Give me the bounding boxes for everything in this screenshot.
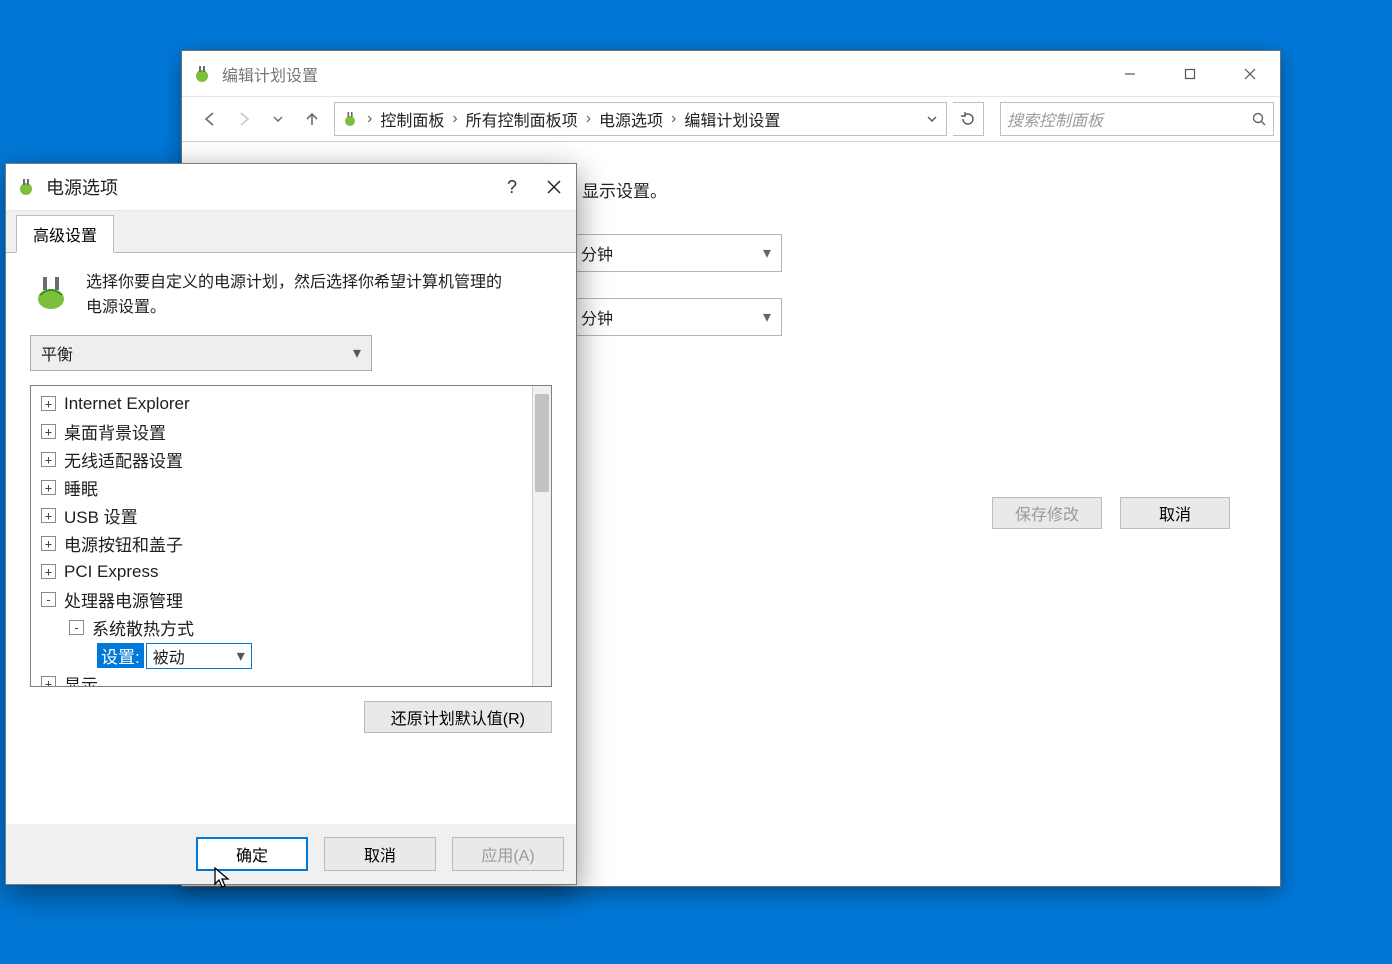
setting-label: 设置: xyxy=(97,643,144,668)
up-button[interactable] xyxy=(296,103,328,135)
tree-item[interactable]: + 桌面背景设置 xyxy=(35,418,532,446)
save-changes-button[interactable]: 保存修改 xyxy=(992,497,1102,529)
location-icon xyxy=(341,110,359,128)
tree-scrollbar[interactable] xyxy=(532,386,551,686)
breadcrumb-item[interactable]: 控制面板 xyxy=(372,107,452,131)
tree-item-processor-power-management[interactable]: - 处理器电源管理 xyxy=(35,586,532,614)
tree-item-label: 显示 xyxy=(64,671,98,686)
tree-item-label: 系统散热方式 xyxy=(92,615,194,640)
chevron-down-icon: ▾ xyxy=(353,343,371,363)
address-bar[interactable]: › 控制面板 › 所有控制面板项 › 电源选项 › 编辑计划设置 xyxy=(334,102,947,136)
tree-item[interactable]: + PCI Express xyxy=(35,558,532,586)
scrollbar-thumb[interactable] xyxy=(535,394,549,492)
breadcrumb-item[interactable]: 编辑计划设置 xyxy=(676,107,788,131)
power-options-icon xyxy=(16,177,36,197)
restore-row: 还原计划默认值(R) xyxy=(30,701,552,733)
tree-item[interactable]: + USB 设置 xyxy=(35,502,532,530)
dialog-title-bar: 电源选项 ? xyxy=(6,164,576,211)
tree-item[interactable]: + 显示 xyxy=(35,670,532,686)
dialog-body: 选择你要自定义的电源计划，然后选择你希望计算机管理的电源设置。 平衡 ▾ + I… xyxy=(6,253,576,824)
tree-item-system-cooling-policy[interactable]: - 系统散热方式 xyxy=(35,614,532,642)
close-button[interactable] xyxy=(532,164,576,210)
expand-icon[interactable]: + xyxy=(41,480,56,495)
cp-action-buttons: 保存修改 取消 xyxy=(992,497,1230,529)
cancel-button[interactable]: 取消 xyxy=(1120,497,1230,529)
recent-locations-button[interactable] xyxy=(262,103,294,135)
power-options-dialog: 电源选项 ? 高级设置 选择你要自定义的电源计划，然后选择你希望计算机管理的电源… xyxy=(5,163,577,885)
forward-button[interactable] xyxy=(228,103,260,135)
expand-icon[interactable]: + xyxy=(41,396,56,411)
help-button[interactable]: ? xyxy=(492,164,532,210)
search-icon xyxy=(1251,111,1267,127)
expand-icon[interactable]: + xyxy=(41,424,56,439)
tree-item-label: 处理器电源管理 xyxy=(64,587,183,612)
collapse-icon[interactable]: - xyxy=(69,620,84,635)
search-placeholder: 搜索控制面板 xyxy=(1007,107,1251,131)
settings-tree-container: + Internet Explorer + 桌面背景设置 + 无线适配器设置 +… xyxy=(30,385,552,687)
tree-setting-row: 设置: 被动 ▾ xyxy=(35,642,532,670)
tree-item[interactable]: + 睡眠 xyxy=(35,474,532,502)
cp-nav-bar: › 控制面板 › 所有控制面板项 › 电源选项 › 编辑计划设置 搜索控制面板 xyxy=(182,97,1280,142)
tree-item[interactable]: + 无线适配器设置 xyxy=(35,446,532,474)
cooling-policy-select[interactable]: 被动 ▾ xyxy=(146,643,252,669)
dialog-footer: 确定 取消 应用(A) xyxy=(6,824,576,884)
expand-icon[interactable]: + xyxy=(41,676,56,686)
maximize-button[interactable] xyxy=(1160,51,1220,96)
sleep-after-select[interactable]: 分钟 ▾ xyxy=(570,298,782,336)
settings-tree[interactable]: + Internet Explorer + 桌面背景设置 + 无线适配器设置 +… xyxy=(31,386,532,686)
dialog-title-text: 电源选项 xyxy=(46,174,492,200)
tree-item-label: USB 设置 xyxy=(64,503,138,528)
tree-item-label: PCI Express xyxy=(64,562,158,582)
select-value: 平衡 xyxy=(41,341,353,365)
breadcrumb-item[interactable]: 电源选项 xyxy=(591,107,671,131)
tree-item[interactable]: + 电源按钮和盖子 xyxy=(35,530,532,558)
battery-icon xyxy=(30,271,72,313)
search-input[interactable]: 搜索控制面板 xyxy=(1000,102,1274,136)
select-value: 分钟 xyxy=(581,305,763,329)
chevron-down-icon: ▾ xyxy=(237,646,245,666)
tree-item-label: 电源按钮和盖子 xyxy=(64,531,183,556)
select-value: 被动 xyxy=(153,644,237,668)
dialog-tabs: 高级设置 xyxy=(6,211,576,253)
collapse-icon[interactable]: - xyxy=(41,592,56,607)
tree-item-label: 桌面背景设置 xyxy=(64,419,166,444)
dialog-description: 选择你要自定义的电源计划，然后选择你希望计算机管理的电源设置。 xyxy=(30,271,552,321)
chevron-down-icon: ▾ xyxy=(763,243,781,263)
dialog-description-text: 选择你要自定义的电源计划，然后选择你希望计算机管理的电源设置。 xyxy=(86,271,506,321)
refresh-button[interactable] xyxy=(953,102,984,136)
chevron-down-icon: ▾ xyxy=(763,307,781,327)
expand-icon[interactable]: + xyxy=(41,508,56,523)
power-plan-select[interactable]: 平衡 ▾ xyxy=(30,335,372,371)
address-dropdown-icon[interactable] xyxy=(918,113,946,125)
expand-icon[interactable]: + xyxy=(41,452,56,467)
power-options-icon xyxy=(192,64,212,84)
cp-title-bar: 编辑计划设置 xyxy=(182,51,1280,97)
tree-item-label: 睡眠 xyxy=(64,475,98,500)
select-value: 分钟 xyxy=(581,241,763,265)
page-heading-visible-tail: 显示设置。 xyxy=(582,177,667,202)
ok-button[interactable]: 确定 xyxy=(196,837,308,871)
minimize-button[interactable] xyxy=(1100,51,1160,96)
cp-title-text: 编辑计划设置 xyxy=(222,62,1100,86)
turn-off-display-select[interactable]: 分钟 ▾ xyxy=(570,234,782,272)
apply-button[interactable]: 应用(A) xyxy=(452,837,564,871)
tree-item[interactable]: + Internet Explorer xyxy=(35,390,532,418)
restore-plan-defaults-button[interactable]: 还原计划默认值(R) xyxy=(364,701,552,733)
expand-icon[interactable]: + xyxy=(41,536,56,551)
cancel-button[interactable]: 取消 xyxy=(324,837,436,871)
back-button[interactable] xyxy=(194,103,226,135)
close-button[interactable] xyxy=(1220,51,1280,96)
tab-advanced-settings[interactable]: 高级设置 xyxy=(16,215,114,253)
tree-item-label: Internet Explorer xyxy=(64,394,190,414)
breadcrumb-item[interactable]: 所有控制面板项 xyxy=(458,107,586,131)
expand-icon[interactable]: + xyxy=(41,564,56,579)
tree-item-label: 无线适配器设置 xyxy=(64,447,183,472)
